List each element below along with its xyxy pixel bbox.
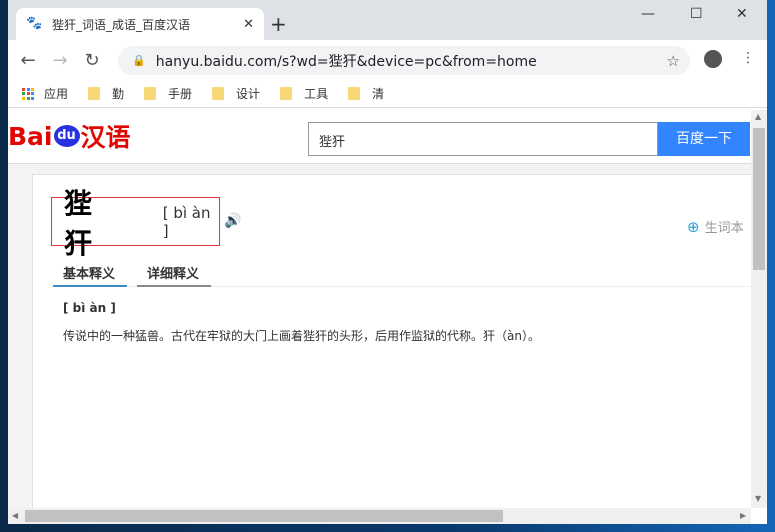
- search-input[interactable]: 狴犴: [308, 122, 658, 156]
- scroll-down-icon[interactable]: ▼: [755, 494, 761, 503]
- close-tab-icon[interactable]: ✕: [243, 17, 254, 32]
- bookmark-label: 勤: [112, 87, 125, 101]
- bookmark-label: 工具: [304, 87, 329, 101]
- horizontal-scrollbar[interactable]: ◀ ▶: [8, 508, 751, 524]
- browser-tab[interactable]: 🐾 狴犴_词语_成语_百度汉语 ✕: [16, 8, 264, 40]
- minimize-button[interactable]: —: [641, 6, 655, 22]
- lock-icon: 🔒: [132, 54, 146, 67]
- baidu-hanyu-logo[interactable]: Bai du 汉语: [8, 118, 131, 154]
- bookmark-label: 手册: [168, 87, 193, 101]
- search-button[interactable]: 百度一下: [658, 122, 750, 156]
- word-header: 狴 犴 [ bì àn ]: [51, 187, 220, 260]
- bookmarks-bar: 应用 勤 手册 设计 工具 清: [8, 80, 767, 108]
- vertical-scrollbar[interactable]: ▲ ▼: [751, 110, 767, 508]
- scroll-up-icon[interactable]: ▲: [755, 112, 761, 121]
- bookmark-label: 应用: [44, 87, 69, 101]
- definition-tabs: 基本释义 详细释义: [53, 259, 751, 287]
- bookmark-folder[interactable]: 清: [348, 85, 384, 102]
- definition-text: 传说中的一种猛兽。古代在牢狱的大门上画着狴犴的头形，后用作监狱的代称。犴（àn）…: [63, 329, 540, 343]
- baidu-paw-icon: 🐾: [26, 16, 43, 31]
- definition-pinyin: [ bì àn ]: [63, 301, 116, 315]
- bookmark-label: 清: [372, 87, 385, 101]
- back-icon[interactable]: ←: [12, 50, 44, 71]
- close-window-button[interactable]: ✕: [736, 6, 748, 22]
- bookmark-folder[interactable]: 设计: [212, 85, 260, 102]
- menu-icon[interactable]: ⋮: [741, 50, 755, 66]
- bookmark-apps[interactable]: 应用: [22, 85, 68, 102]
- vertical-scroll-thumb[interactable]: [753, 128, 765, 270]
- bookmark-folder[interactable]: 勤: [88, 85, 124, 102]
- bookmark-folder[interactable]: 工具: [280, 85, 328, 102]
- entry-word: 狴 犴: [64, 186, 99, 260]
- horizontal-scroll-thumb[interactable]: [25, 510, 503, 522]
- tab-basic-definition[interactable]: 基本释义: [53, 259, 127, 287]
- browser-window: 🐾 狴犴_词语_成语_百度汉语 ✕ + — ☐ ✕ ← → ↻ 🔒 hanyu.…: [8, 0, 767, 524]
- page-content: Bai du 汉语 狴犴 百度一下 狴 犴 [ bì àn ] 🔊 ⊕ 生词本 基本…: [8, 110, 751, 508]
- bookmark-star-icon[interactable]: ☆: [667, 52, 680, 70]
- add-vocab-button[interactable]: ⊕ 生词本: [687, 217, 744, 237]
- address-bar[interactable]: 🔒 hanyu.baidu.com/s?wd=狴犴&device=pc&from…: [118, 46, 690, 75]
- forward-icon[interactable]: →: [44, 50, 76, 71]
- bookmark-folder[interactable]: 手册: [144, 85, 192, 102]
- new-tab-button[interactable]: +: [270, 12, 287, 36]
- entry-pinyin: [ bì àn ]: [162, 203, 211, 240]
- site-header: Bai du 汉语 狴犴 百度一下: [8, 110, 751, 164]
- apps-grid-icon: [22, 87, 34, 100]
- tab-strip: 🐾 狴犴_词语_成语_百度汉语 ✕ + — ☐ ✕: [8, 0, 767, 40]
- notebook-add-icon: ⊕: [687, 217, 700, 236]
- maximize-button[interactable]: ☐: [690, 6, 703, 22]
- folder-icon: [144, 87, 157, 100]
- folder-icon: [212, 87, 225, 100]
- vocab-label: 生词本: [704, 221, 744, 236]
- tab-title: 狴犴_词语_成语_百度汉语: [52, 17, 191, 32]
- folder-icon: [88, 87, 101, 100]
- scroll-right-icon[interactable]: ▶: [740, 511, 746, 520]
- folder-icon: [348, 87, 361, 100]
- reload-icon[interactable]: ↻: [76, 50, 108, 71]
- account-icon[interactable]: [704, 50, 722, 68]
- tab-detailed-definition[interactable]: 详细释义: [137, 259, 211, 287]
- speaker-icon[interactable]: 🔊: [224, 213, 241, 229]
- url-text: hanyu.baidu.com/s?wd=狴犴&device=pc&from=h…: [155, 53, 537, 70]
- bookmark-label: 设计: [236, 87, 261, 101]
- entry-panel: 狴 犴 [ bì àn ] 🔊 ⊕ 生词本 基本释义 详细释义 [ bì àn …: [32, 174, 751, 508]
- folder-icon: [280, 87, 293, 100]
- scroll-left-icon[interactable]: ◀: [12, 511, 18, 520]
